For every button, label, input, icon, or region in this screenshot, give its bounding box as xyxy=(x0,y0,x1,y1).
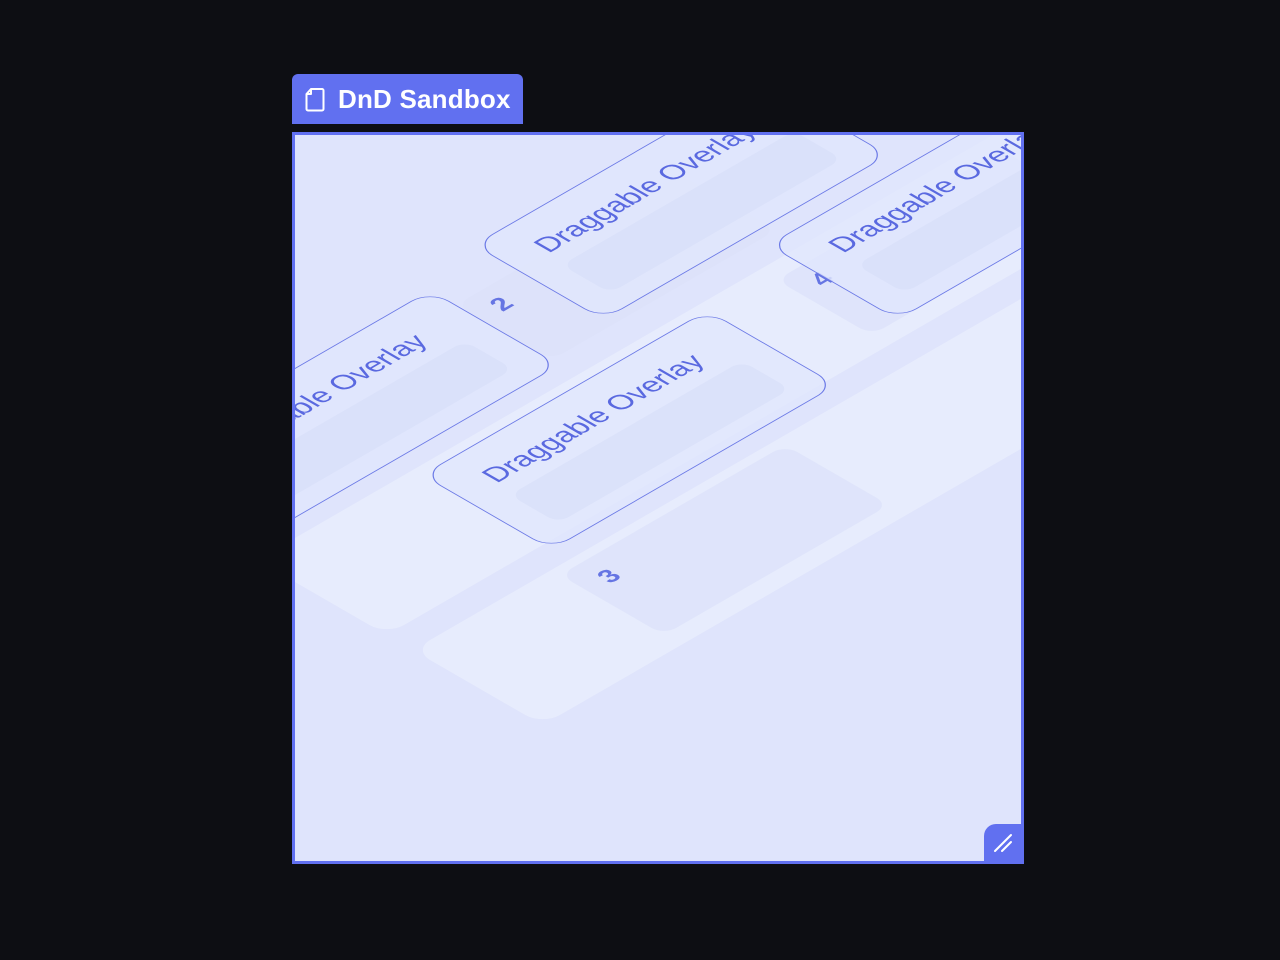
window-title-tab: DnD Sandbox xyxy=(292,74,523,124)
document-icon xyxy=(304,86,326,112)
droppable-number: 2 xyxy=(482,292,521,315)
isometric-stage: 2 3 4 Draggable Overlay Draggable Overla… xyxy=(295,135,1021,861)
resize-handle-icon[interactable] xyxy=(984,824,1021,861)
window-title: DnD Sandbox xyxy=(338,83,511,114)
droppable-number: 3 xyxy=(589,564,628,587)
sandbox-canvas[interactable]: 2 3 4 Draggable Overlay Draggable Overla… xyxy=(292,132,1024,864)
isometric-plane: 2 3 4 Draggable Overlay Draggable Overla… xyxy=(295,135,1021,725)
